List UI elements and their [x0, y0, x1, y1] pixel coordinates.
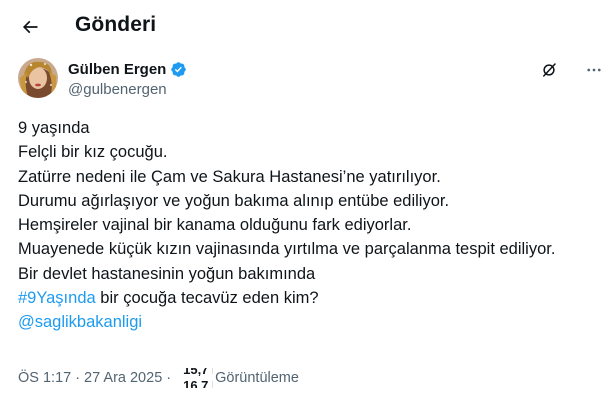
tweet-line: Zatürre nedeni ile Çam ve Sakura Hastane… [18, 167, 441, 186]
back-button[interactable] [17, 14, 43, 40]
tweet-line: Felçli bir kız çocuğu. [18, 143, 168, 162]
tweet-date[interactable]: 27 Ara 2025 [84, 370, 162, 386]
grok-icon [543, 63, 556, 77]
tweet-line: Bir devlet hastanesinin yoğun bakımında [18, 264, 316, 283]
meta-separator: · [75, 370, 81, 386]
hashtag-link[interactable]: #9Yaşında [18, 289, 96, 307]
more-options-button[interactable] [583, 60, 605, 80]
tweet-hashtag-line: #9Yaşında bir çocuğa tecavüz eden kim? [18, 286, 578, 310]
views-count-top: 15,7 B [183, 368, 213, 377]
avatar[interactable] [18, 58, 58, 98]
display-name[interactable]: Gülben Ergen [68, 61, 166, 78]
more-horizontal-icon [587, 68, 601, 72]
arrow-left-icon [22, 20, 38, 34]
views-label: Görüntüleme [215, 370, 299, 386]
author-names: Gülben Ergen @gulbenergen [68, 61, 187, 98]
page-title: Gönderi [75, 13, 157, 36]
hashtag-line-text: bir çocuğa tecavüz eden kim? [95, 289, 319, 308]
tweet-line: 9 yaşında [18, 119, 90, 137]
meta-separator: · [166, 370, 172, 386]
tweet-line: Durumu ağırlaşıyor ve yoğun bakıma alını… [18, 191, 450, 210]
tweet-meta: ÖS 1:17 · 27 Ara 2025 · 15,7 B 16,7 B Gö… [18, 368, 299, 388]
avatar-image [18, 58, 58, 98]
views-count-bottom: 16,7 B [183, 378, 213, 388]
grok-button[interactable] [539, 60, 559, 80]
tweet-mention-line: @saglikbakanligi [18, 310, 578, 334]
tweet-line: Hemşireler vajinal bir kanama olduğunu f… [18, 216, 412, 235]
author-handle[interactable]: @gulbenergen [68, 81, 187, 98]
verified-badge-icon[interactable] [170, 61, 187, 78]
tweet-author: Gülben Ergen @gulbenergen [18, 58, 601, 102]
views-count: 15,7 B 16,7 B [183, 368, 213, 388]
tweet-line: Muayenede küçük kızın vajinasında yırtıl… [18, 240, 556, 259]
mention-link[interactable]: @saglikbakanligi [18, 313, 142, 331]
name-row: Gülben Ergen [68, 61, 187, 78]
top-bar: Gönderi [0, 0, 616, 53]
tweet-text: 9 yaşında Felçli bir kız çocuğu. Zatürre… [18, 116, 578, 335]
tweet-time[interactable]: ÖS 1:17 [18, 370, 71, 386]
